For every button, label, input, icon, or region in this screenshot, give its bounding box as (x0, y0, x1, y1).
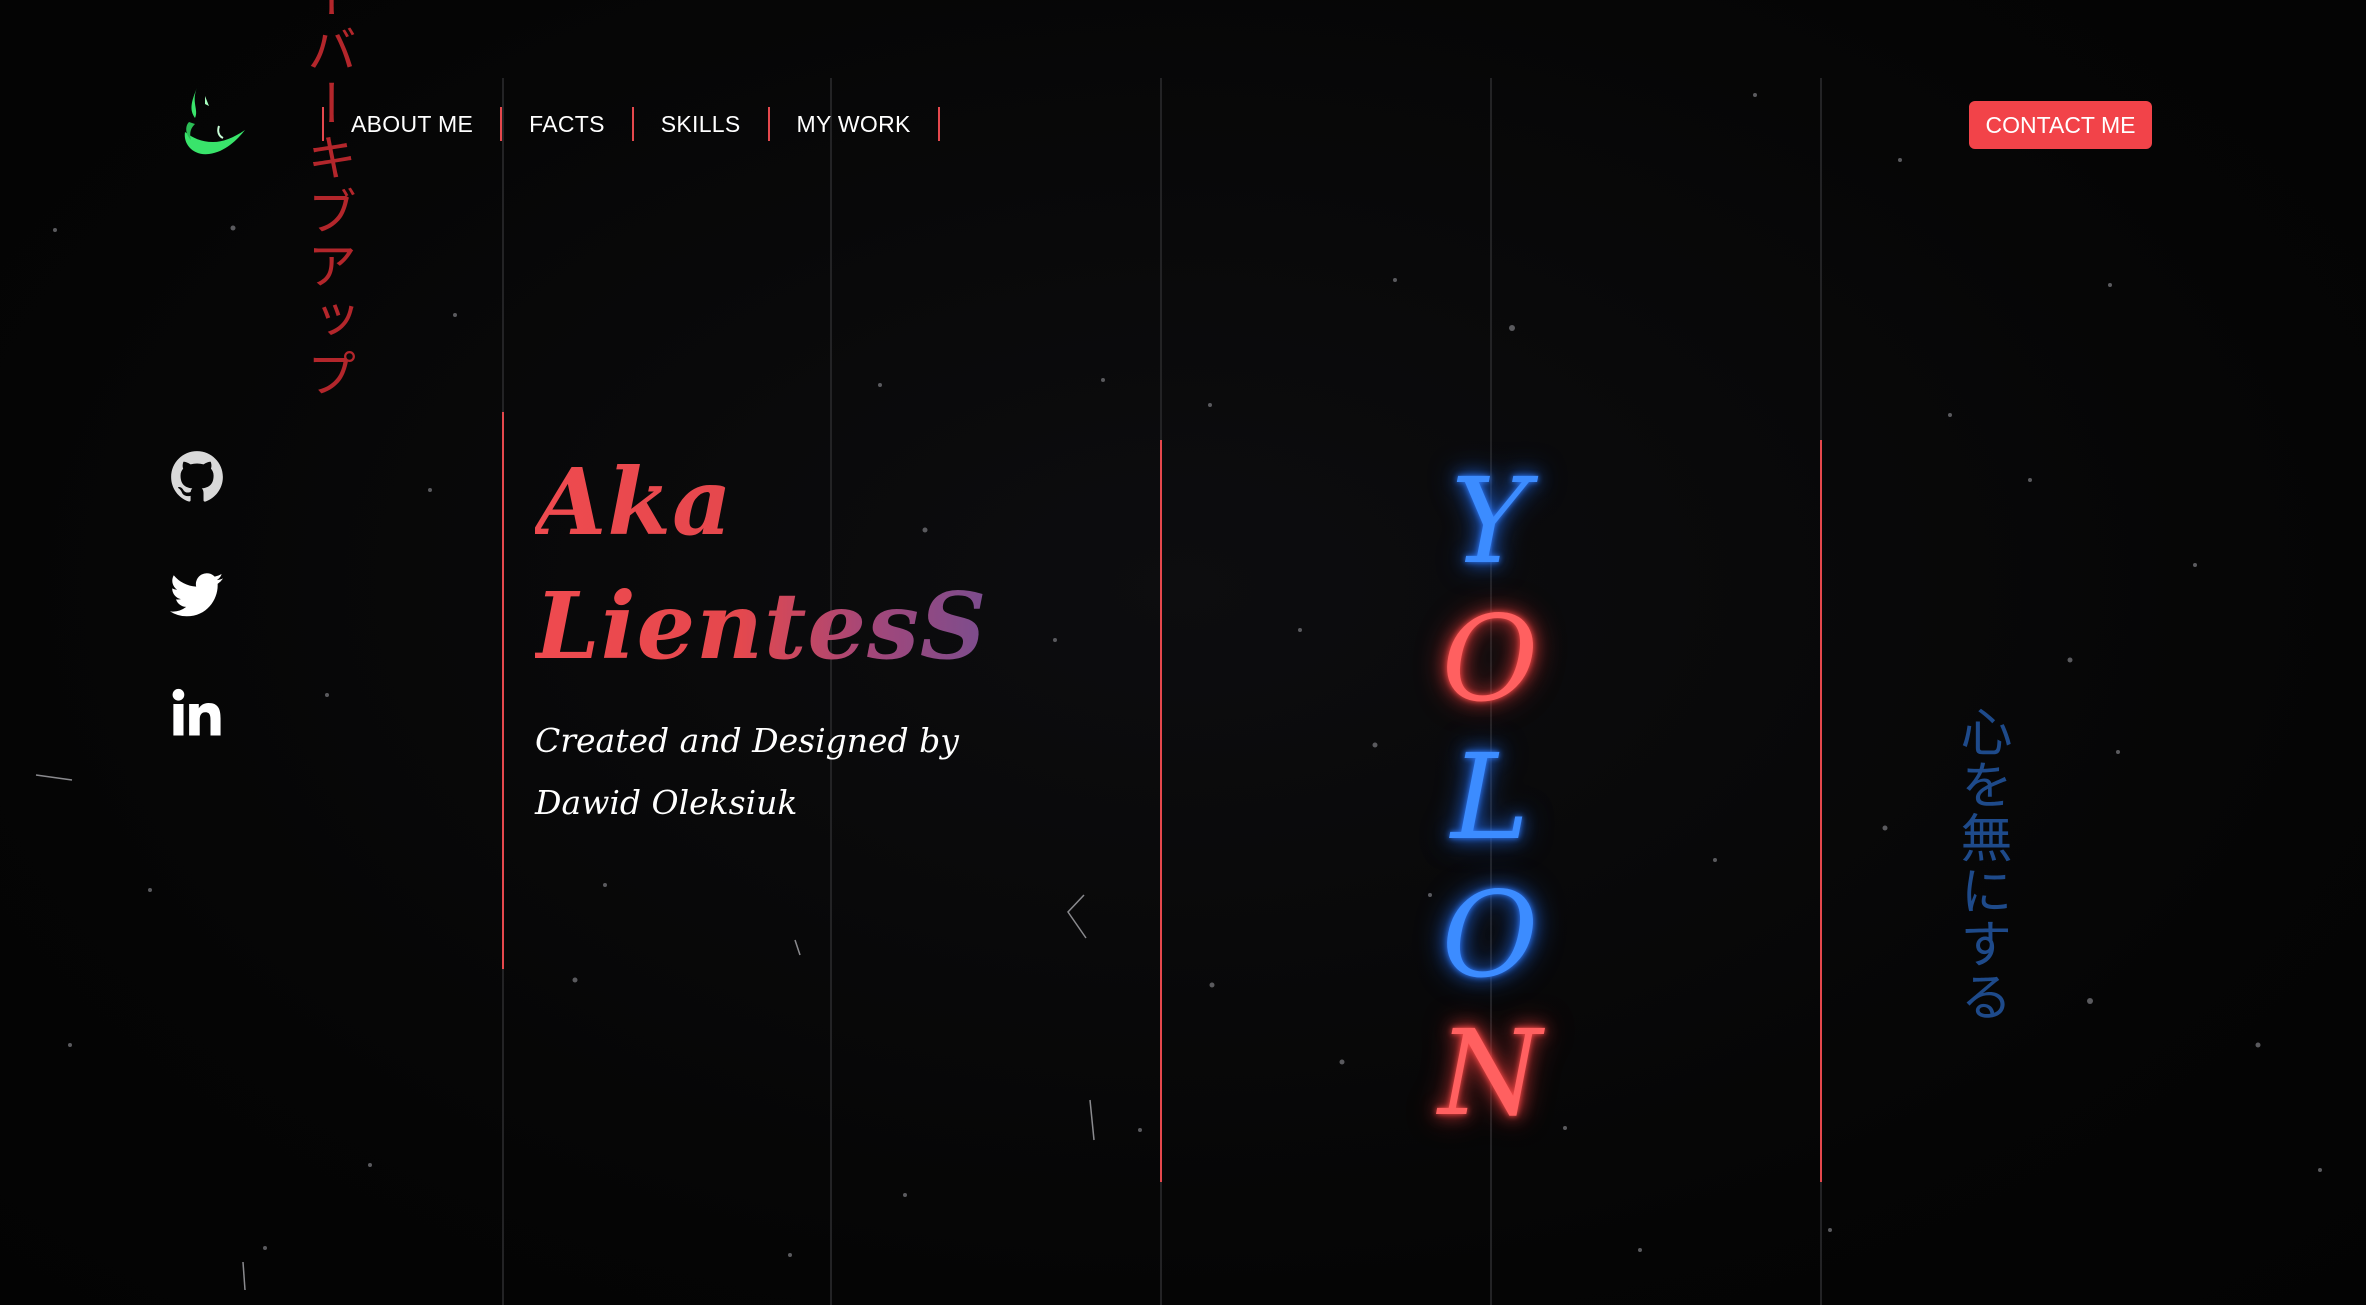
nav-item-about-me[interactable]: ABOUT ME (324, 111, 500, 138)
neon-letter: N (1438, 1004, 1542, 1142)
neon-letter: Y (1451, 452, 1529, 590)
nav-item-facts[interactable]: FACTS (502, 111, 632, 138)
hero-title: Aka LientesS (535, 440, 987, 688)
accent-line (1160, 440, 1162, 1182)
contact-me-button[interactable]: CONTACT ME (1969, 101, 2152, 149)
page: ーバーキブアップ ABOUT ME FACTS SKILLS MY WORK C… (0, 0, 2366, 1305)
github-link[interactable] (170, 450, 224, 504)
japanese-decoration: 心を無にする (1951, 705, 2011, 1023)
neon-letter: O (1441, 866, 1539, 1004)
green-flame-logo-icon (184, 88, 245, 155)
hero-title-line-2: LientesS (535, 572, 988, 680)
accent-line (1820, 440, 1822, 1182)
linkedin-icon (172, 688, 221, 736)
logo[interactable] (175, 82, 247, 162)
github-icon (171, 451, 223, 502)
hero-title-line-1: Aka (535, 448, 733, 556)
linkedin-link[interactable] (170, 686, 224, 740)
twitter-icon (170, 573, 224, 617)
hero-subtitle: Created and Designed by Dawid Oleksiuk (535, 721, 959, 822)
neon-vertical-word: Y O L O N (1400, 452, 1580, 1142)
nav-separator (937, 107, 940, 141)
neon-letter: L (1450, 728, 1530, 866)
main-nav: ABOUT ME FACTS SKILLS MY WORK (322, 106, 940, 142)
nav-item-skills[interactable]: SKILLS (634, 111, 768, 138)
accent-line (502, 412, 504, 969)
twitter-link[interactable] (170, 568, 224, 622)
neon-letter: O (1441, 590, 1539, 728)
katakana-decoration: ーバーキブアップ (299, 0, 357, 402)
grid-line (830, 78, 832, 1305)
nav-item-my-work[interactable]: MY WORK (770, 111, 938, 138)
